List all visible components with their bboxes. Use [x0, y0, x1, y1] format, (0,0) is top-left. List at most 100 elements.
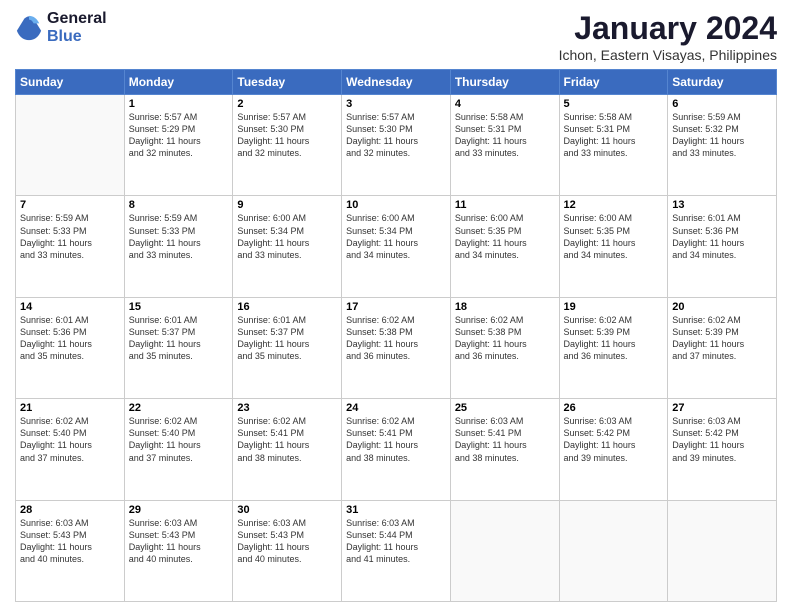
table-row: 26Sunrise: 6:03 AM Sunset: 5:42 PM Dayli… — [559, 399, 668, 500]
cell-info-text: Sunrise: 6:02 AM Sunset: 5:39 PM Dayligh… — [672, 314, 772, 363]
cell-date-number: 27 — [672, 402, 772, 414]
logo-text: General Blue — [47, 10, 107, 46]
cell-info-text: Sunrise: 6:03 AM Sunset: 5:43 PM Dayligh… — [237, 517, 337, 566]
calendar-header-row: Sunday Monday Tuesday Wednesday Thursday… — [16, 70, 777, 95]
cell-info-text: Sunrise: 5:57 AM Sunset: 5:30 PM Dayligh… — [346, 111, 446, 160]
cell-date-number: 1 — [129, 98, 229, 110]
table-row: 29Sunrise: 6:03 AM Sunset: 5:43 PM Dayli… — [124, 500, 233, 601]
cell-info-text: Sunrise: 6:01 AM Sunset: 5:37 PM Dayligh… — [129, 314, 229, 363]
cell-date-number: 25 — [455, 402, 555, 414]
cell-info-text: Sunrise: 6:01 AM Sunset: 5:36 PM Dayligh… — [672, 212, 772, 261]
table-row: 19Sunrise: 6:02 AM Sunset: 5:39 PM Dayli… — [559, 297, 668, 398]
cell-date-number: 20 — [672, 301, 772, 313]
cell-date-number: 23 — [237, 402, 337, 414]
col-saturday: Saturday — [668, 70, 777, 95]
logo: General Blue — [15, 10, 107, 46]
cell-info-text: Sunrise: 5:57 AM Sunset: 5:29 PM Dayligh… — [129, 111, 229, 160]
cell-info-text: Sunrise: 6:02 AM Sunset: 5:39 PM Dayligh… — [564, 314, 664, 363]
col-monday: Monday — [124, 70, 233, 95]
cell-date-number: 16 — [237, 301, 337, 313]
cell-info-text: Sunrise: 6:03 AM Sunset: 5:44 PM Dayligh… — [346, 517, 446, 566]
calendar-week-row: 21Sunrise: 6:02 AM Sunset: 5:40 PM Dayli… — [16, 399, 777, 500]
table-row: 15Sunrise: 6:01 AM Sunset: 5:37 PM Dayli… — [124, 297, 233, 398]
calendar-week-row: 7Sunrise: 5:59 AM Sunset: 5:33 PM Daylig… — [16, 196, 777, 297]
page: General Blue January 2024 Ichon, Eastern… — [0, 0, 792, 612]
cell-info-text: Sunrise: 6:00 AM Sunset: 5:34 PM Dayligh… — [237, 212, 337, 261]
cell-info-text: Sunrise: 6:02 AM Sunset: 5:40 PM Dayligh… — [20, 415, 120, 464]
cell-date-number: 2 — [237, 98, 337, 110]
cell-info-text: Sunrise: 5:59 AM Sunset: 5:33 PM Dayligh… — [129, 212, 229, 261]
table-row: 16Sunrise: 6:01 AM Sunset: 5:37 PM Dayli… — [233, 297, 342, 398]
cell-date-number: 15 — [129, 301, 229, 313]
cell-date-number: 30 — [237, 504, 337, 516]
cell-info-text: Sunrise: 6:02 AM Sunset: 5:38 PM Dayligh… — [346, 314, 446, 363]
cell-date-number: 10 — [346, 199, 446, 211]
table-row: 5Sunrise: 5:58 AM Sunset: 5:31 PM Daylig… — [559, 95, 668, 196]
table-row: 25Sunrise: 6:03 AM Sunset: 5:41 PM Dayli… — [450, 399, 559, 500]
cell-info-text: Sunrise: 6:03 AM Sunset: 5:43 PM Dayligh… — [129, 517, 229, 566]
cell-date-number: 31 — [346, 504, 446, 516]
cell-info-text: Sunrise: 5:59 AM Sunset: 5:33 PM Dayligh… — [20, 212, 120, 261]
cell-info-text: Sunrise: 5:58 AM Sunset: 5:31 PM Dayligh… — [564, 111, 664, 160]
page-subtitle: Ichon, Eastern Visayas, Philippines — [559, 47, 777, 63]
cell-date-number: 3 — [346, 98, 446, 110]
cell-info-text: Sunrise: 6:00 AM Sunset: 5:34 PM Dayligh… — [346, 212, 446, 261]
cell-date-number: 26 — [564, 402, 664, 414]
col-sunday: Sunday — [16, 70, 125, 95]
cell-info-text: Sunrise: 6:03 AM Sunset: 5:42 PM Dayligh… — [672, 415, 772, 464]
cell-info-text: Sunrise: 6:03 AM Sunset: 5:42 PM Dayligh… — [564, 415, 664, 464]
cell-info-text: Sunrise: 6:02 AM Sunset: 5:38 PM Dayligh… — [455, 314, 555, 363]
cell-date-number: 24 — [346, 402, 446, 414]
cell-date-number: 9 — [237, 199, 337, 211]
cell-date-number: 6 — [672, 98, 772, 110]
table-row — [450, 500, 559, 601]
cell-date-number: 18 — [455, 301, 555, 313]
table-row: 2Sunrise: 5:57 AM Sunset: 5:30 PM Daylig… — [233, 95, 342, 196]
col-wednesday: Wednesday — [342, 70, 451, 95]
cell-date-number: 8 — [129, 199, 229, 211]
table-row: 1Sunrise: 5:57 AM Sunset: 5:29 PM Daylig… — [124, 95, 233, 196]
title-block: January 2024 Ichon, Eastern Visayas, Phi… — [559, 10, 777, 63]
cell-info-text: Sunrise: 5:57 AM Sunset: 5:30 PM Dayligh… — [237, 111, 337, 160]
cell-info-text: Sunrise: 6:02 AM Sunset: 5:41 PM Dayligh… — [237, 415, 337, 464]
calendar-week-row: 28Sunrise: 6:03 AM Sunset: 5:43 PM Dayli… — [16, 500, 777, 601]
table-row: 11Sunrise: 6:00 AM Sunset: 5:35 PM Dayli… — [450, 196, 559, 297]
table-row: 27Sunrise: 6:03 AM Sunset: 5:42 PM Dayli… — [668, 399, 777, 500]
calendar-table: Sunday Monday Tuesday Wednesday Thursday… — [15, 69, 777, 602]
table-row: 3Sunrise: 5:57 AM Sunset: 5:30 PM Daylig… — [342, 95, 451, 196]
cell-date-number: 13 — [672, 199, 772, 211]
table-row: 13Sunrise: 6:01 AM Sunset: 5:36 PM Dayli… — [668, 196, 777, 297]
cell-info-text: Sunrise: 6:02 AM Sunset: 5:41 PM Dayligh… — [346, 415, 446, 464]
cell-date-number: 19 — [564, 301, 664, 313]
table-row: 30Sunrise: 6:03 AM Sunset: 5:43 PM Dayli… — [233, 500, 342, 601]
table-row — [668, 500, 777, 601]
cell-date-number: 14 — [20, 301, 120, 313]
cell-date-number: 21 — [20, 402, 120, 414]
cell-info-text: Sunrise: 6:01 AM Sunset: 5:36 PM Dayligh… — [20, 314, 120, 363]
cell-date-number: 7 — [20, 199, 120, 211]
col-friday: Friday — [559, 70, 668, 95]
table-row: 18Sunrise: 6:02 AM Sunset: 5:38 PM Dayli… — [450, 297, 559, 398]
table-row: 20Sunrise: 6:02 AM Sunset: 5:39 PM Dayli… — [668, 297, 777, 398]
cell-date-number: 17 — [346, 301, 446, 313]
table-row: 4Sunrise: 5:58 AM Sunset: 5:31 PM Daylig… — [450, 95, 559, 196]
cell-date-number: 29 — [129, 504, 229, 516]
cell-info-text: Sunrise: 6:03 AM Sunset: 5:41 PM Dayligh… — [455, 415, 555, 464]
cell-date-number: 12 — [564, 199, 664, 211]
cell-date-number: 5 — [564, 98, 664, 110]
table-row: 24Sunrise: 6:02 AM Sunset: 5:41 PM Dayli… — [342, 399, 451, 500]
table-row: 28Sunrise: 6:03 AM Sunset: 5:43 PM Dayli… — [16, 500, 125, 601]
cell-info-text: Sunrise: 6:03 AM Sunset: 5:43 PM Dayligh… — [20, 517, 120, 566]
cell-info-text: Sunrise: 6:01 AM Sunset: 5:37 PM Dayligh… — [237, 314, 337, 363]
table-row: 23Sunrise: 6:02 AM Sunset: 5:41 PM Dayli… — [233, 399, 342, 500]
table-row: 12Sunrise: 6:00 AM Sunset: 5:35 PM Dayli… — [559, 196, 668, 297]
table-row: 7Sunrise: 5:59 AM Sunset: 5:33 PM Daylig… — [16, 196, 125, 297]
logo-icon — [15, 14, 43, 42]
table-row: 10Sunrise: 6:00 AM Sunset: 5:34 PM Dayli… — [342, 196, 451, 297]
table-row: 21Sunrise: 6:02 AM Sunset: 5:40 PM Dayli… — [16, 399, 125, 500]
table-row: 31Sunrise: 6:03 AM Sunset: 5:44 PM Dayli… — [342, 500, 451, 601]
calendar-week-row: 1Sunrise: 5:57 AM Sunset: 5:29 PM Daylig… — [16, 95, 777, 196]
cell-date-number: 28 — [20, 504, 120, 516]
table-row: 22Sunrise: 6:02 AM Sunset: 5:40 PM Dayli… — [124, 399, 233, 500]
header: General Blue January 2024 Ichon, Eastern… — [15, 10, 777, 63]
